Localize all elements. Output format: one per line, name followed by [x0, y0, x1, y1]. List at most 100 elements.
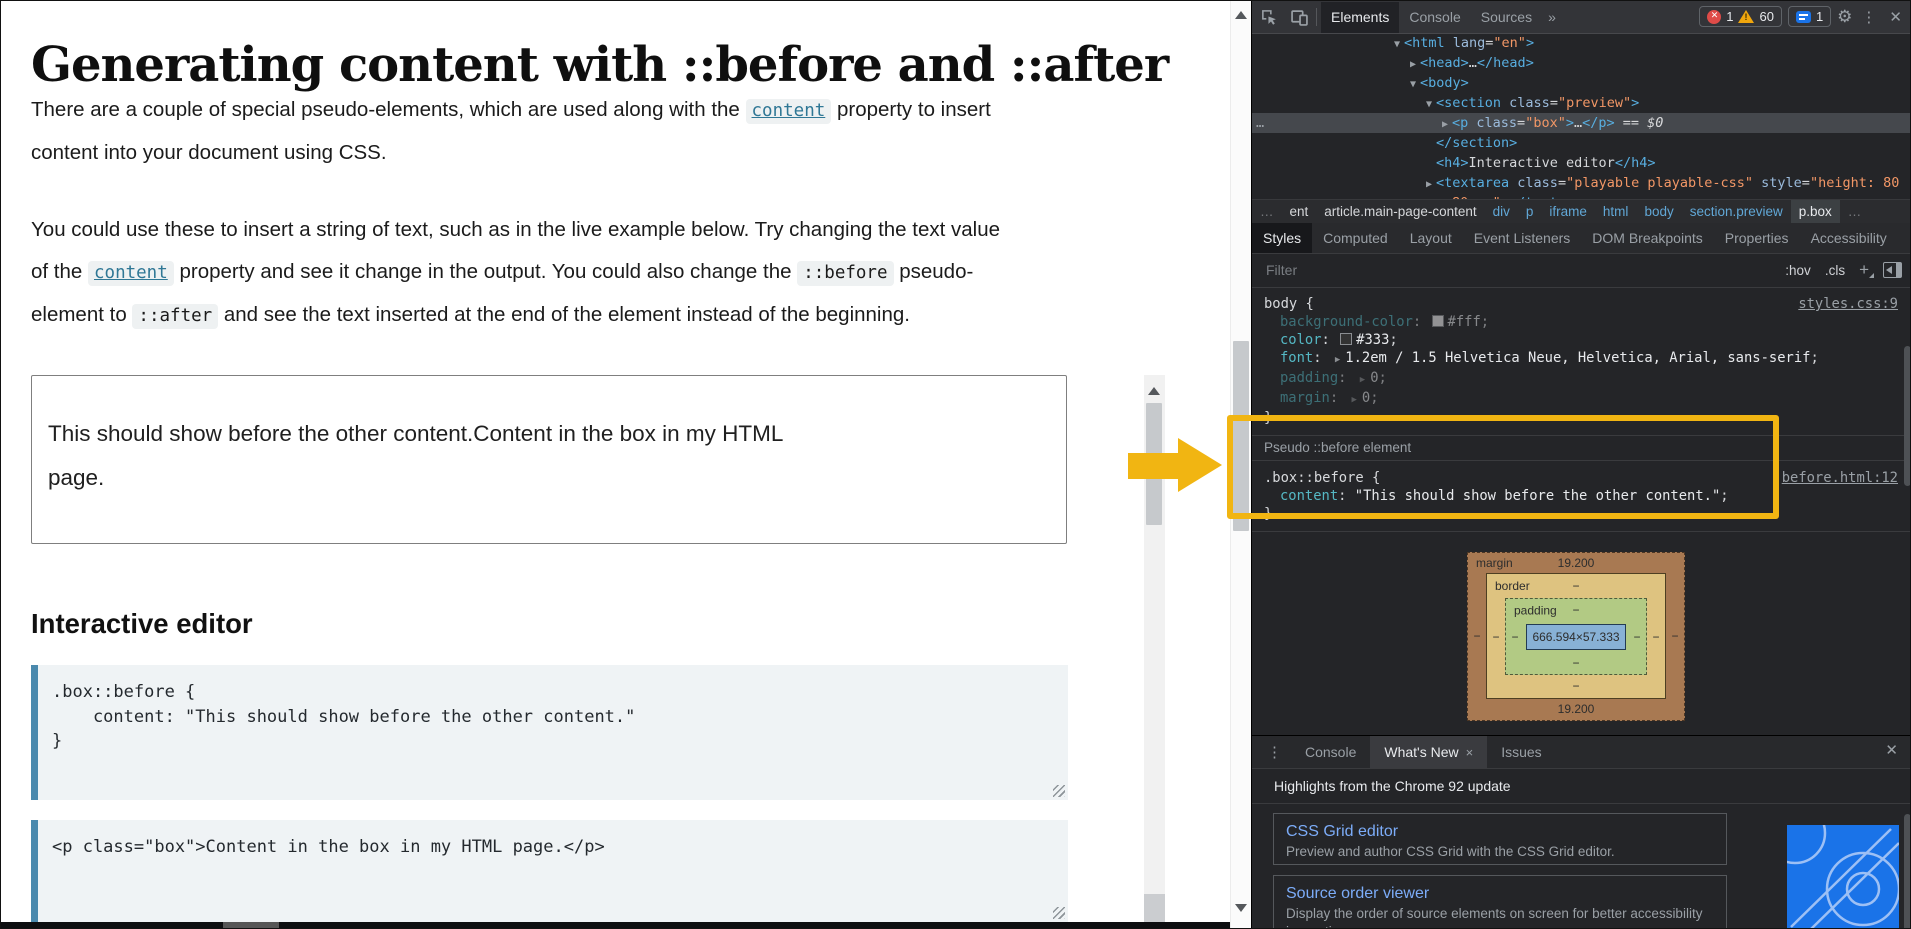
- css-property[interactable]: background-color: [1280, 314, 1413, 330]
- card-title-link[interactable]: Source order viewer: [1286, 882, 1714, 905]
- breadcrumb-item[interactable]: iframe: [1541, 200, 1595, 224]
- dom-tree-row[interactable]: …▶<p class="box">…</p> == $0: [1252, 113, 1911, 133]
- css-value[interactable]: 0: [1370, 370, 1378, 386]
- css-editor-textarea[interactable]: .box::before { content: "This should sho…: [31, 665, 1068, 800]
- breadcrumb-item[interactable]: section.preview: [1682, 200, 1791, 224]
- class-toggle-button[interactable]: .cls: [1825, 263, 1845, 278]
- drawer-menu-icon[interactable]: ⋮: [1264, 743, 1285, 761]
- sidebar-tab-layout[interactable]: Layout: [1399, 223, 1463, 253]
- breadcrumb-item[interactable]: p: [1518, 200, 1542, 224]
- margin-right-value[interactable]: −: [1666, 629, 1684, 643]
- scrollbar-thumb[interactable]: [1233, 341, 1249, 531]
- sidebar-tab-properties[interactable]: Properties: [1714, 223, 1800, 253]
- stylesheet-link[interactable]: styles.css:9: [1798, 296, 1898, 312]
- html-editor-textarea[interactable]: <p class="box">Content in the box in my …: [31, 820, 1068, 922]
- padding-right-value[interactable]: −: [1628, 630, 1646, 644]
- css-declaration[interactable]: color: #333;: [1264, 331, 1911, 349]
- devtools-tab-elements[interactable]: Elements: [1321, 2, 1399, 33]
- inspect-element-icon[interactable]: [1256, 6, 1282, 28]
- card-title-link[interactable]: CSS Grid editor: [1286, 820, 1714, 843]
- rule-selector[interactable]: body {: [1264, 296, 1314, 312]
- drawer-tab-issues[interactable]: Issues: [1487, 736, 1555, 768]
- color-swatch[interactable]: [1432, 315, 1444, 327]
- drawer-tab-what-s-new[interactable]: What's New×: [1370, 736, 1487, 768]
- dom-tree-row[interactable]: ▶<textarea class="playable playable-css"…: [1252, 173, 1911, 193]
- scrollbar-bottom-block[interactable]: [1144, 894, 1165, 922]
- sidebar-tab-dom-breakpoints[interactable]: DOM Breakpoints: [1581, 223, 1713, 253]
- padding-bottom-value[interactable]: −: [1572, 656, 1579, 670]
- margin-bottom-value[interactable]: 19.200: [1558, 702, 1595, 716]
- scroll-up-icon[interactable]: [1148, 387, 1160, 395]
- settings-gear-icon[interactable]: ⚙: [1837, 7, 1852, 27]
- css-declaration[interactable]: margin: ▶0;: [1264, 389, 1911, 409]
- css-declaration[interactable]: background-color: #fff;: [1264, 313, 1911, 331]
- devtools-tab-sources[interactable]: Sources: [1471, 2, 1542, 33]
- resize-handle-icon[interactable]: [1053, 907, 1065, 919]
- border-bottom-value[interactable]: −: [1572, 679, 1579, 693]
- breadcrumb-item[interactable]: p.box: [1791, 200, 1840, 224]
- drawer-close-icon[interactable]: ✕: [1881, 741, 1902, 759]
- css-property[interactable]: padding: [1280, 370, 1338, 386]
- device-toolbar-icon[interactable]: [1286, 6, 1312, 28]
- drawer-tab-console[interactable]: Console: [1291, 736, 1370, 768]
- breadcrumb-item[interactable]: …: [1840, 200, 1870, 224]
- css-value[interactable]: #333: [1356, 332, 1389, 348]
- devtools-menu-icon[interactable]: ⋮: [1858, 8, 1879, 26]
- expand-shorthand-icon[interactable]: ▶: [1351, 391, 1356, 409]
- border-left-value[interactable]: −: [1487, 630, 1505, 644]
- css-value[interactable]: 1.2em / 1.5 Helvetica Neue, Helvetica, A…: [1345, 350, 1810, 366]
- expand-arrow-icon[interactable]: ▶: [1406, 55, 1420, 75]
- resize-handle-icon[interactable]: [1053, 785, 1065, 797]
- border-right-value[interactable]: −: [1647, 630, 1665, 644]
- scroll-up-icon[interactable]: [1235, 11, 1247, 19]
- more-tabs-button[interactable]: »: [1542, 9, 1562, 25]
- whats-new-card[interactable]: Source order viewer Display the order of…: [1273, 875, 1727, 929]
- drawer-scrollbar-thumb[interactable]: [1904, 814, 1911, 929]
- margin-top-value[interactable]: 19.200: [1558, 556, 1595, 570]
- dom-tree-row[interactable]: ▶<head>…</head>: [1252, 53, 1911, 73]
- code-link[interactable]: content: [88, 261, 174, 286]
- issues-badge[interactable]: 1: [1788, 6, 1831, 27]
- css-code[interactable]: .box::before { content: "This should sho…: [38, 665, 1068, 754]
- tab-close-icon[interactable]: ×: [1466, 745, 1474, 760]
- css-property[interactable]: font: [1280, 350, 1313, 366]
- css-declaration[interactable]: content: "This should show before the ot…: [1264, 487, 1911, 505]
- element-state-panel-icon[interactable]: [1883, 262, 1902, 278]
- devtools-tab-console[interactable]: Console: [1399, 2, 1470, 33]
- expand-arrow-icon[interactable]: ▼: [1422, 95, 1436, 115]
- dom-tree-row[interactable]: ▼<html lang="en">: [1252, 33, 1911, 53]
- sidebar-tab-styles[interactable]: Styles: [1252, 223, 1312, 253]
- sidebar-tab-computed[interactable]: Computed: [1312, 223, 1399, 253]
- breadcrumb-item[interactable]: div: [1485, 200, 1518, 224]
- padding-top-value[interactable]: −: [1572, 603, 1579, 617]
- hover-state-button[interactable]: :hov: [1785, 263, 1811, 278]
- css-property[interactable]: margin: [1280, 390, 1330, 406]
- breadcrumb-item[interactable]: …: [1252, 200, 1282, 224]
- expand-arrow-icon[interactable]: ▼: [1406, 75, 1420, 95]
- expand-shorthand-icon[interactable]: ▶: [1335, 351, 1340, 369]
- css-property[interactable]: content: [1280, 488, 1338, 504]
- expand-arrow-icon[interactable]: ▶: [1422, 175, 1436, 195]
- css-property[interactable]: color: [1280, 332, 1322, 348]
- dom-tree-row[interactable]: </section>: [1252, 133, 1911, 153]
- css-declaration[interactable]: font: ▶1.2em / 1.5 Helvetica Neue, Helve…: [1264, 349, 1911, 369]
- css-value[interactable]: "This should show before the other conte…: [1355, 488, 1720, 504]
- breadcrumb-item[interactable]: html: [1595, 200, 1637, 224]
- new-style-rule-button[interactable]: +: [1859, 260, 1869, 280]
- css-rule[interactable]: .box::before { before.html:12 content: "…: [1252, 461, 1911, 531]
- breadcrumb-item[interactable]: ent: [1282, 200, 1317, 224]
- devtools-close-icon[interactable]: ✕: [1885, 8, 1906, 26]
- html-code[interactable]: <p class="box">Content in the box in my …: [38, 820, 1068, 860]
- sidebar-tab-event-listeners[interactable]: Event Listeners: [1463, 223, 1582, 253]
- dom-tree-row[interactable]: <h4>Interactive editor</h4>: [1252, 153, 1911, 173]
- expand-arrow-icon[interactable]: ▼: [1390, 35, 1404, 55]
- expand-shorthand-icon[interactable]: ▶: [1360, 371, 1365, 389]
- box-model-diagram[interactable]: margin 19.200 − border − −: [1467, 552, 1685, 721]
- css-value[interactable]: 0: [1362, 390, 1370, 406]
- stylesheet-link[interactable]: before.html:12: [1782, 470, 1898, 486]
- content-size-value[interactable]: 666.594×57.333: [1526, 624, 1625, 650]
- code-link[interactable]: content: [746, 99, 832, 124]
- hidden-children-icon[interactable]: …: [1256, 113, 1264, 133]
- styles-scrollbar-thumb[interactable]: [1904, 346, 1911, 486]
- padding-left-value[interactable]: −: [1506, 630, 1524, 644]
